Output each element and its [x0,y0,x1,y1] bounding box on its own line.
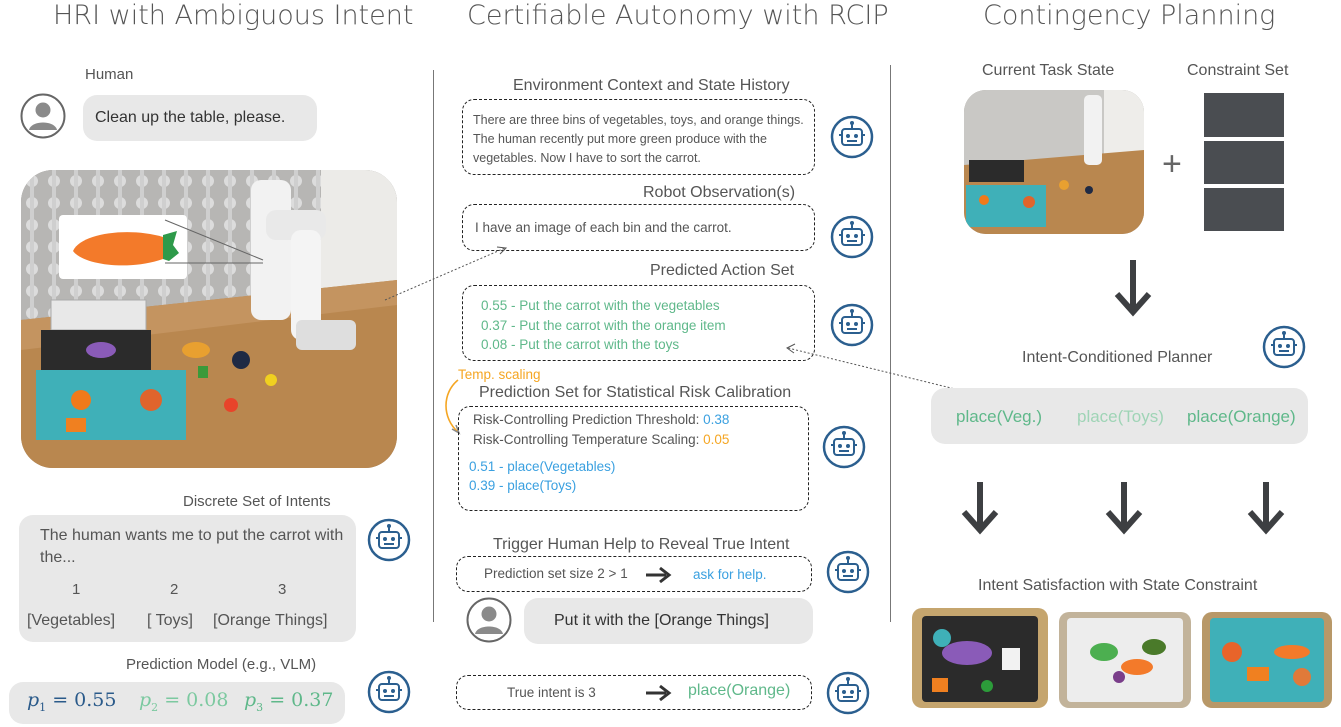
plus-sign: + [1162,145,1182,183]
current-task-state-photo [964,90,1144,234]
robot-icon [1262,325,1306,369]
task-state-label: Current Task State [982,62,1115,79]
bin-photo-vegetables [1059,612,1191,708]
constraint-set-label: Constraint Set [1187,62,1289,79]
down-arrow-icon [961,482,999,535]
plans-box: place(Veg.) place(Toys) place(Orange) [931,388,1308,444]
constraint-block [1204,93,1284,137]
planner-label: Intent-Conditioned Planner [1022,349,1213,366]
down-arrow-icon [1105,482,1143,535]
plan-toys: place(Toys) [1077,407,1164,426]
plan-orange: place(Orange) [1187,407,1296,426]
constraint-block [1204,141,1284,184]
bin-photo-orange-things [1202,612,1332,708]
satisfaction-label: Intent Satisfaction with State Constrain… [978,577,1258,594]
constraint-block [1204,188,1284,231]
bin-photo-toys [912,608,1048,708]
plan-veg: place(Veg.) [956,407,1042,426]
down-arrow-icon [1247,482,1285,535]
down-arrow-icon [1114,260,1152,317]
